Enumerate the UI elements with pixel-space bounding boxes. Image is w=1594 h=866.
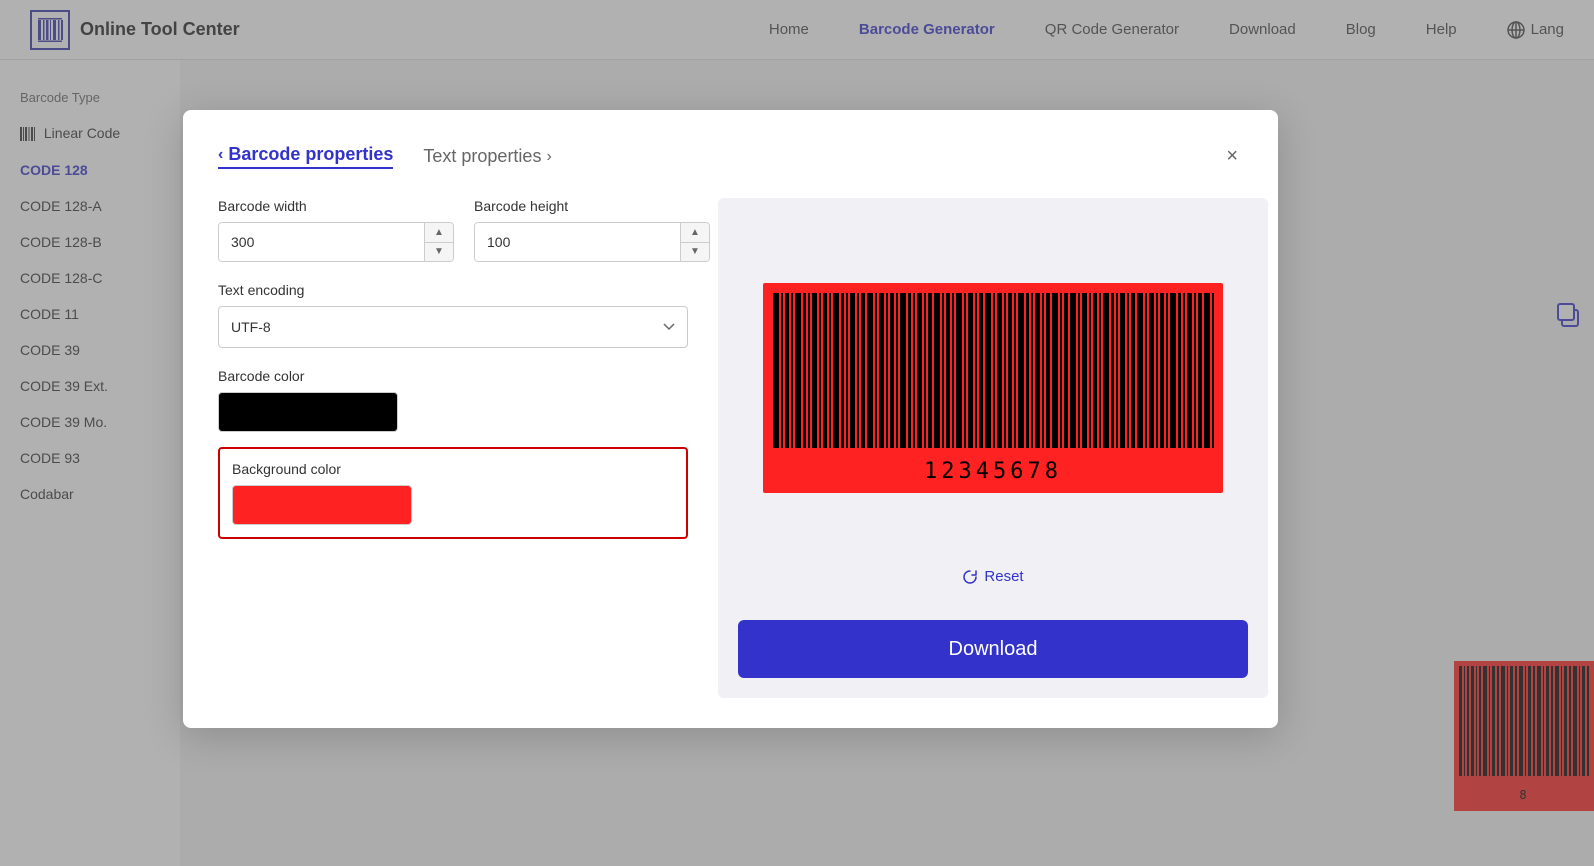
text-encoding-group: Text encoding UTF-8 ASCII ISO-8859-1 <box>218 282 688 348</box>
dimensions-row: Barcode width ▲ ▼ Barcode height <box>218 198 688 262</box>
barcode-color-swatch[interactable] <box>218 392 398 432</box>
close-button[interactable]: × <box>1221 140 1243 173</box>
right-panel: 12345678 Reset Download <box>718 198 1268 698</box>
height-increment-button[interactable]: ▲ <box>681 223 709 243</box>
height-spinners: ▲ ▼ <box>680 223 709 261</box>
barcode-width-label: Barcode width <box>218 198 454 214</box>
barcode-color-group: Barcode color <box>218 368 688 432</box>
tab-text-properties[interactable]: Text properties › <box>423 146 551 167</box>
svg-text:12345678: 12345678 <box>924 459 1062 484</box>
chevron-right-icon: › <box>546 148 551 166</box>
width-increment-button[interactable]: ▲ <box>425 223 453 243</box>
barcode-height-field[interactable] <box>475 223 680 261</box>
background-color-swatch[interactable] <box>232 485 412 525</box>
barcode-width-field[interactable] <box>219 223 424 261</box>
reset-icon <box>962 569 978 585</box>
modal-tab-group: ‹ Barcode properties Text properties › <box>218 144 552 169</box>
chevron-left-icon: ‹ <box>218 146 223 164</box>
height-decrement-button[interactable]: ▼ <box>681 243 709 262</box>
barcode-preview-area: 12345678 <box>738 218 1248 558</box>
modal-body: Barcode width ▲ ▼ Barcode height <box>218 198 1243 698</box>
modal-header: ‹ Barcode properties Text properties › × <box>218 140 1243 173</box>
background-color-label: Background color <box>232 461 674 477</box>
background-color-container: Background color <box>218 447 688 539</box>
barcode-width-input[interactable]: ▲ ▼ <box>218 222 454 262</box>
tab-barcode-properties[interactable]: ‹ Barcode properties <box>218 144 393 169</box>
barcode-preview-svg: 12345678 <box>763 283 1223 493</box>
text-encoding-select[interactable]: UTF-8 ASCII ISO-8859-1 <box>218 306 688 348</box>
left-panel: Barcode width ▲ ▼ Barcode height <box>218 198 688 698</box>
barcode-height-label: Barcode height <box>474 198 710 214</box>
barcode-color-label: Barcode color <box>218 368 688 384</box>
download-button[interactable]: Download <box>738 620 1248 678</box>
text-encoding-label: Text encoding <box>218 282 688 298</box>
reset-button[interactable]: Reset <box>952 558 1033 595</box>
width-spinners: ▲ ▼ <box>424 223 453 261</box>
barcode-properties-modal: ‹ Barcode properties Text properties › ×… <box>183 110 1278 728</box>
barcode-height-input[interactable]: ▲ ▼ <box>474 222 710 262</box>
width-decrement-button[interactable]: ▼ <box>425 243 453 262</box>
barcode-height-group: Barcode height ▲ ▼ <box>474 198 710 262</box>
barcode-width-group: Barcode width ▲ ▼ <box>218 198 454 262</box>
